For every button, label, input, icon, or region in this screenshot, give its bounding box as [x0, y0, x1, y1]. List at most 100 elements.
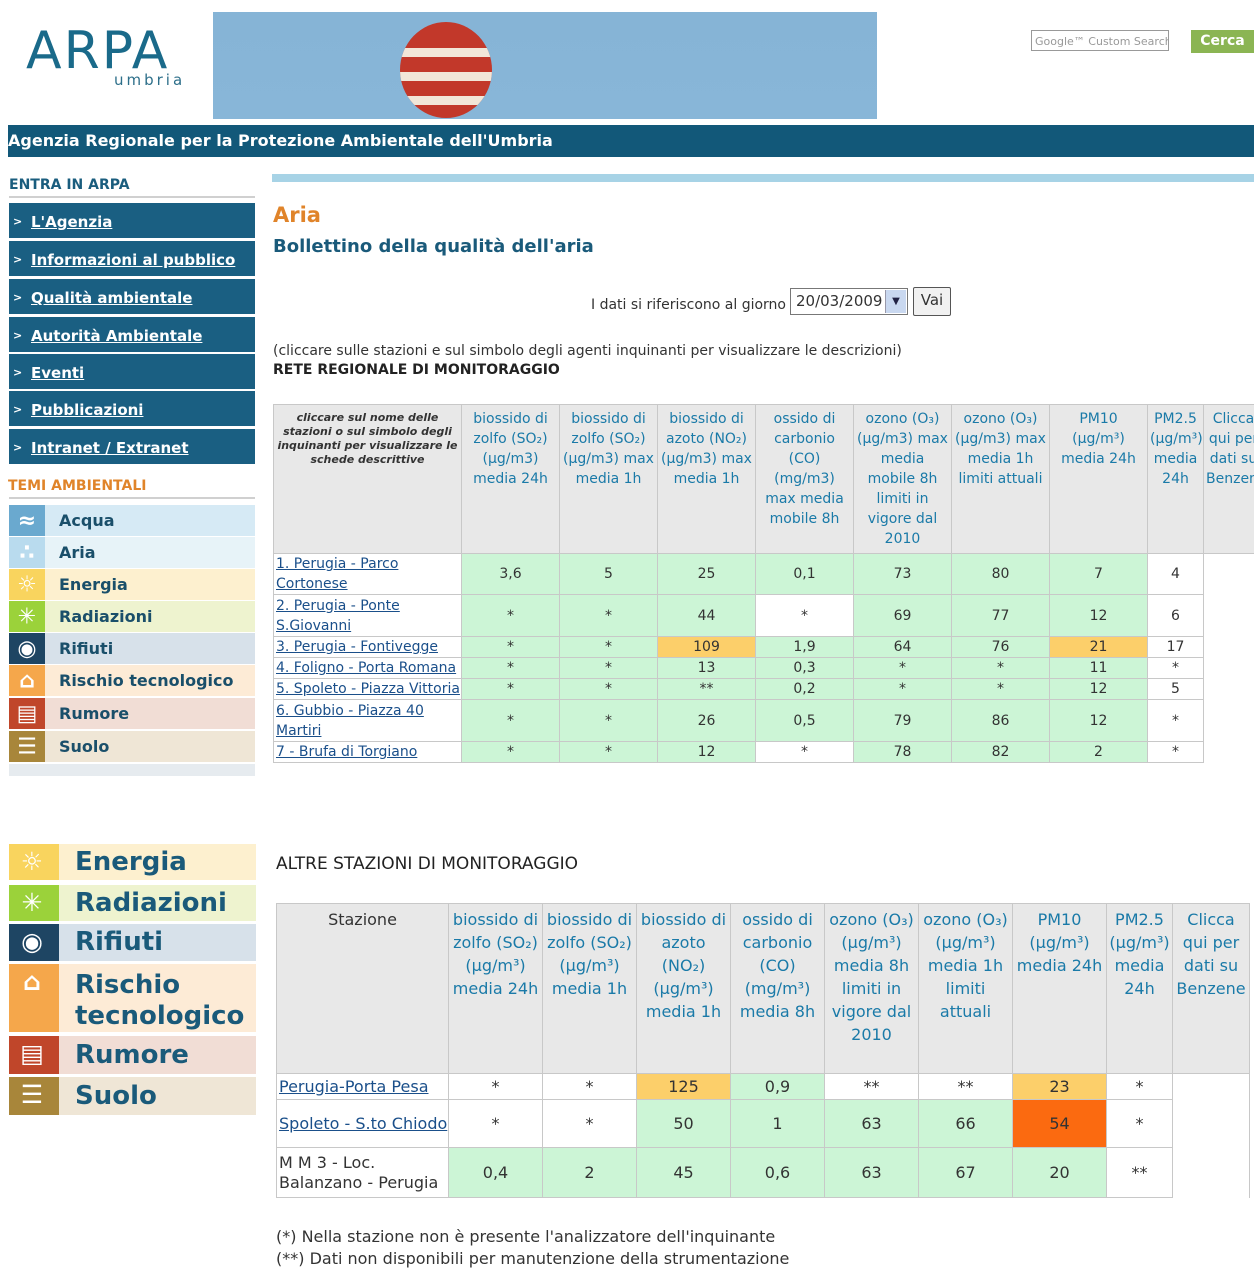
- sidebar-item-pubblicazioni[interactable]: > Pubblicazioni: [9, 391, 255, 426]
- value-cell: 3,6: [461, 553, 560, 595]
- theme-item-energia[interactable]: ☼ Energia: [9, 569, 255, 600]
- station-cell: M M 3 - Loc. Balanzano - Perugia: [276, 1147, 449, 1198]
- station-header: cliccare sul nome delle stazioni o sul s…: [273, 404, 462, 554]
- agency-title-bar: Agenzia Regionale per la Protezione Ambi…: [8, 125, 1254, 157]
- arpa-logo[interactable]: ARPA umbria: [26, 25, 196, 95]
- theme-item-rifiuti[interactable]: ◉ Rifiuti: [9, 633, 255, 664]
- svg-text:⌂: ⌂: [23, 967, 41, 996]
- svg-text:⌂: ⌂: [19, 668, 35, 693]
- value-cell: *: [461, 678, 560, 700]
- other-stations-label: ALTRE STAZIONI DI MONITORAGGIO: [276, 854, 579, 874]
- benzene-cell: [1172, 1099, 1250, 1148]
- chevron-down-icon[interactable]: ▼: [885, 290, 906, 313]
- value-cell: 1: [730, 1099, 825, 1148]
- value-cell: 12: [657, 741, 756, 763]
- pollutant-header[interactable]: PM10 (µg/m³) media 24h: [1012, 903, 1107, 1074]
- content-top-line: [272, 174, 1254, 182]
- station-link[interactable]: Spoleto - S.to Chiodo: [279, 1114, 447, 1133]
- theme-item-large-suolo[interactable]: ☰ Suolo: [9, 1077, 256, 1115]
- benzene-cell: [1172, 1073, 1250, 1100]
- pollutant-header[interactable]: PM10 (µg/m³) media 24h: [1049, 404, 1148, 554]
- theme-item-radiazioni[interactable]: ✳ Radiazioni: [9, 601, 255, 632]
- sidebar-item-agenzia[interactable]: > L'Agenzia: [9, 203, 255, 238]
- value-cell: *: [559, 594, 658, 637]
- table-row: 3. Perugia - Fontivegge * * 109 1,9 64 76 21 17: [273, 636, 1254, 658]
- svg-text:✳: ✳: [18, 604, 36, 629]
- pollutant-header[interactable]: Clicca qui per dati su Benzene: [1203, 404, 1254, 554]
- pollutant-header[interactable]: Clicca qui per dati su Benzene: [1172, 903, 1250, 1074]
- theme-item-label: Rischio tecnologico: [59, 671, 234, 690]
- theme-item-large-rifiuti[interactable]: ◉ Rifiuti: [9, 924, 256, 961]
- entra-heading: ENTRA IN ARPA: [9, 177, 130, 193]
- go-button[interactable]: Vai: [913, 287, 951, 316]
- theme-item-large-energia[interactable]: ☼ Energia: [9, 844, 256, 880]
- station-cell: Spoleto - S.to Chiodo: [276, 1099, 449, 1148]
- table-row: 5. Spoleto - Piazza Vittoria * * ** 0,2 * * 12 5: [273, 678, 1254, 700]
- value-cell: 25: [657, 553, 756, 595]
- pollutant-header[interactable]: biossido di zolfo (SO₂) (µg/m3) max medi…: [559, 404, 658, 554]
- pollutant-header[interactable]: biossido di zolfo (SO₂) (µg/m³) media 24…: [448, 903, 543, 1074]
- value-cell: 2: [542, 1147, 637, 1198]
- value-cell: 67: [918, 1147, 1013, 1198]
- sidebar-item-label: Intranet / Extranet: [31, 439, 189, 457]
- sidebar-item-label: Autorità Ambientale: [31, 327, 203, 345]
- sidebar-item-qualita[interactable]: > Qualità ambientale: [9, 279, 255, 314]
- pollutant-header[interactable]: biossido di zolfo (SO₂) (µg/m3) media 24…: [461, 404, 560, 554]
- pollutant-header[interactable]: ozono (O₃) (µg/m³) media 8h limiti in vi…: [824, 903, 919, 1074]
- sidebar-item-eventi[interactable]: > Eventi: [9, 354, 255, 389]
- theme-item-large-rumore[interactable]: ▤ Rumore: [9, 1036, 256, 1074]
- radiation-icon: ✳: [9, 885, 59, 921]
- theme-item-large-radiazioni[interactable]: ✳ Radiazioni: [9, 885, 256, 921]
- pollutant-header[interactable]: biossido di azoto (NO₂) (µg/m³) media 1h: [636, 903, 731, 1074]
- theme-item-label: Radiazioni: [75, 888, 227, 918]
- table-row: 6. Gubbio - Piazza 40 Martiri * * 26 0,5 79 86…: [273, 699, 1254, 742]
- value-cell: 44: [657, 594, 756, 637]
- station-cell: 6. Gubbio - Piazza 40 Martiri: [273, 699, 462, 742]
- theme-item-rumore[interactable]: ▤ Rumore: [9, 698, 255, 729]
- pollutant-header[interactable]: ozono (O₃) (µg/m3) max media 1h limiti a…: [951, 404, 1050, 554]
- sidebar-item-autorita[interactable]: > Autorità Ambientale: [9, 317, 255, 352]
- other-stations-table: Stazione biossido di zolfo (SO₂) (µg/m³) …: [276, 903, 1250, 1198]
- station-link[interactable]: 2. Perugia - Ponte S.Giovanni: [276, 598, 400, 634]
- value-cell: *: [853, 678, 952, 700]
- noise-icon: ▤: [9, 1036, 59, 1074]
- search-input[interactable]: Google™ Custom Search: [1031, 30, 1169, 51]
- value-cell: 73: [853, 553, 952, 595]
- value-cell: 69: [853, 594, 952, 637]
- date-select[interactable]: 20/03/2009 ▼: [790, 288, 908, 315]
- pollutant-header[interactable]: biossido di zolfo (SO₂) (µg/m³) media 1h: [542, 903, 637, 1074]
- theme-item-suolo[interactable]: ☰ Suolo: [9, 731, 255, 762]
- sidebar-item-intranet[interactable]: > Intranet / Extranet: [9, 429, 255, 464]
- water-icon: ≈: [9, 505, 45, 536]
- theme-item-large-rischio-tecnologico[interactable]: ⌂ Rischio tecnologico: [9, 964, 256, 1032]
- pollutant-header[interactable]: ossido di carbonio (CO) (mg/m³) media 8h: [730, 903, 825, 1074]
- value-cell: 4: [1147, 553, 1204, 595]
- pollutant-header[interactable]: PM2.5 (µg/m³) media 24h: [1147, 404, 1204, 554]
- sidebar-item-informazioni[interactable]: > Informazioni al pubblico: [9, 241, 255, 276]
- value-cell: *: [951, 657, 1050, 679]
- station-link[interactable]: 3. Perugia - Fontivegge: [276, 639, 438, 655]
- theme-item-rischio-tecnologico[interactable]: ⌂ Rischio tecnologico: [9, 665, 255, 696]
- theme-item-aria[interactable]: ∴ Aria: [9, 537, 255, 568]
- search-button[interactable]: Cerca: [1191, 30, 1254, 53]
- value-cell: *: [461, 699, 560, 742]
- value-cell: 45: [636, 1147, 731, 1198]
- pollutant-header[interactable]: ozono (O₃) (µg/m3) max media mobile 8h l…: [853, 404, 952, 554]
- station-link[interactable]: 5. Spoleto - Piazza Vittoria: [276, 681, 460, 697]
- pollutant-header[interactable]: PM2.5 (µg/m³) media 24h: [1106, 903, 1173, 1074]
- station-link[interactable]: 1. Perugia - Parco Cortonese: [276, 556, 398, 592]
- svg-text:☼: ☼: [21, 847, 43, 876]
- value-cell: *: [559, 699, 658, 742]
- station-link[interactable]: Perugia-Porta Pesa: [279, 1077, 429, 1096]
- theme-item-acqua[interactable]: ≈ Acqua: [9, 505, 255, 536]
- sun-icon: ☼: [9, 569, 45, 600]
- station-link[interactable]: 6. Gubbio - Piazza 40 Martiri: [276, 703, 424, 739]
- svg-text:▤: ▤: [17, 701, 38, 726]
- value-cell: 86: [951, 699, 1050, 742]
- station-link[interactable]: 7 - Brufa di Torgiano: [276, 744, 417, 760]
- pollutant-header[interactable]: ozono (O₃) (µg/m³) media 1h limiti attua…: [918, 903, 1013, 1074]
- pollutant-header[interactable]: biossido di azoto (NO₂) (µg/m3) max medi…: [657, 404, 756, 554]
- station-link[interactable]: 4. Foligno - Porta Romana: [276, 660, 456, 676]
- value-cell: *: [1106, 1073, 1173, 1100]
- pollutant-header[interactable]: ossido di carbonio (CO) (mg/m3) max medi…: [755, 404, 854, 554]
